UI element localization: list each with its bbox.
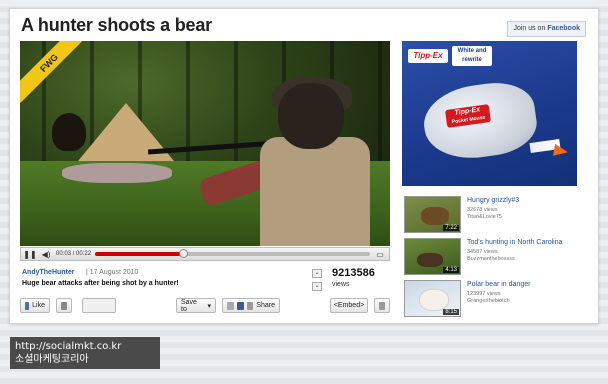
- thumbs-down-icon: [61, 301, 67, 310]
- thumbs-up-icon: [25, 301, 30, 310]
- seek-bar-played: [95, 252, 184, 256]
- related-video-author: Titan&Lovie75: [467, 214, 502, 220]
- action-bar: Like Save to ▾ Share <Embed>: [20, 298, 390, 316]
- upload-date: | 17 August 2010: [86, 269, 138, 276]
- share-label: Share: [256, 302, 275, 309]
- related-video-author: Buzzmanthebossss: [467, 256, 515, 262]
- expand-description-icon[interactable]: ⌄: [312, 269, 322, 278]
- flag-button[interactable]: [374, 298, 390, 313]
- related-video-views: 32678 views: [467, 207, 498, 213]
- date-separator: |: [86, 269, 88, 276]
- like-label: Like: [32, 302, 45, 309]
- volume-icon[interactable]: ◀): [40, 249, 52, 259]
- uploader-link[interactable]: AndyTheHunter: [22, 269, 75, 276]
- ad-tagline: White and rewrite: [452, 46, 492, 66]
- bear-thumbnail-icon[interactable]: 7:22: [404, 196, 461, 233]
- total-time: 00:22: [76, 251, 92, 257]
- related-video-1[interactable]: 7:22 Hungry grizzly#3 32678 views Titan&…: [404, 196, 574, 234]
- facebook-icon: [236, 301, 244, 310]
- dislike-button[interactable]: [56, 298, 72, 313]
- related-video-views: 34587 views: [467, 249, 498, 255]
- copy-link-icon: [246, 301, 254, 310]
- more-info-icon[interactable]: ⌄: [312, 282, 322, 291]
- hunter-head: [278, 83, 344, 149]
- bear: [52, 113, 86, 151]
- thumbnail-animal-shape: [417, 253, 443, 267]
- view-count-label: views: [332, 281, 350, 288]
- blanket: [62, 163, 172, 183]
- related-video-title[interactable]: Polar bear in danger: [467, 281, 530, 288]
- current-time: 00:03: [56, 251, 72, 257]
- ad-brand-logo: Tipp-Ex: [408, 49, 448, 63]
- rating-bar: [82, 298, 116, 313]
- related-video-2[interactable]: 4:13 Tod's hunting in North Carolina 345…: [404, 238, 574, 276]
- ad-tagline-line1: White and: [457, 48, 487, 54]
- save-to-button[interactable]: Save to ▾: [176, 298, 216, 313]
- dispenser-tip: [553, 143, 569, 159]
- watermark-text: 소셜마케팅코리아: [15, 354, 89, 365]
- thumbnail-bear-shape: [421, 207, 449, 225]
- fwg-sash-text: FWG: [20, 41, 82, 103]
- video-player[interactable]: FWG: [20, 41, 390, 246]
- fullscreen-icon[interactable]: ▭: [374, 249, 386, 259]
- chevron-down-icon: ▾: [207, 302, 211, 310]
- email-icon: [227, 301, 234, 310]
- related-video-3[interactable]: 8:15 Polar bear in danger 123997 views G…: [404, 280, 574, 318]
- page-title: A hunter shoots a bear: [21, 15, 212, 35]
- facebook-join-button[interactable]: Join us on Facebook: [507, 21, 586, 37]
- video-duration: 8:15: [443, 309, 459, 315]
- polar-bear-thumbnail-icon[interactable]: 8:15: [404, 280, 461, 317]
- pause-icon[interactable]: ❚❚: [23, 249, 36, 259]
- watermark: http://socialmkt.co.kr 소셜마케팅코리아: [10, 337, 160, 369]
- flag-icon: [379, 301, 385, 310]
- seek-bar[interactable]: [95, 249, 370, 258]
- video-page-card: A hunter shoots a bear Join us on Facebo…: [9, 8, 599, 324]
- related-video-title[interactable]: Hungry grizzly#3: [467, 197, 519, 204]
- embed-button[interactable]: <Embed>: [330, 298, 368, 313]
- watermark-url: http://socialmkt.co.kr: [15, 341, 122, 352]
- date-value: 17 August 2010: [89, 269, 139, 276]
- video-duration: 4:13: [443, 267, 459, 273]
- fwg-sash: FWG: [20, 41, 82, 103]
- fb-join-brand: Facebook: [547, 25, 580, 32]
- ad-tagline-line2: rewrite: [462, 57, 482, 63]
- save-to-label: Save to: [181, 298, 197, 313]
- time-readout: 00:03 / 00:22: [56, 251, 91, 257]
- video-duration: 7:22: [443, 225, 459, 231]
- view-count: 9213586: [332, 267, 375, 279]
- video-description: Huge bear attacks after being shot by a …: [22, 280, 179, 287]
- video-meta: AndyTheHunter | 17 August 2010 Huge bear…: [20, 265, 390, 295]
- share-button[interactable]: Share: [222, 298, 280, 313]
- hunting-thumbnail-icon[interactable]: 4:13: [404, 238, 461, 275]
- fb-join-prefix: Join us on: [513, 25, 546, 32]
- related-video-author: Grangerthebiotch: [467, 298, 510, 304]
- video-controls: ❚❚ ◀) 00:03 / 00:22 ▭: [20, 247, 390, 261]
- related-video-views: 123997 views: [467, 291, 501, 297]
- seek-handle[interactable]: [179, 249, 189, 258]
- related-video-title[interactable]: Tod's hunting in North Carolina: [467, 239, 563, 246]
- like-button[interactable]: Like: [20, 298, 50, 313]
- hunter-body: [260, 137, 370, 246]
- time-separator: /: [72, 251, 75, 257]
- thumbnail-polar-bear-shape: [419, 289, 449, 311]
- embed-label: <Embed>: [333, 302, 365, 309]
- tipp-ex-ad[interactable]: Tipp-Ex White and rewrite Tipp-Ex Pocket…: [402, 41, 577, 186]
